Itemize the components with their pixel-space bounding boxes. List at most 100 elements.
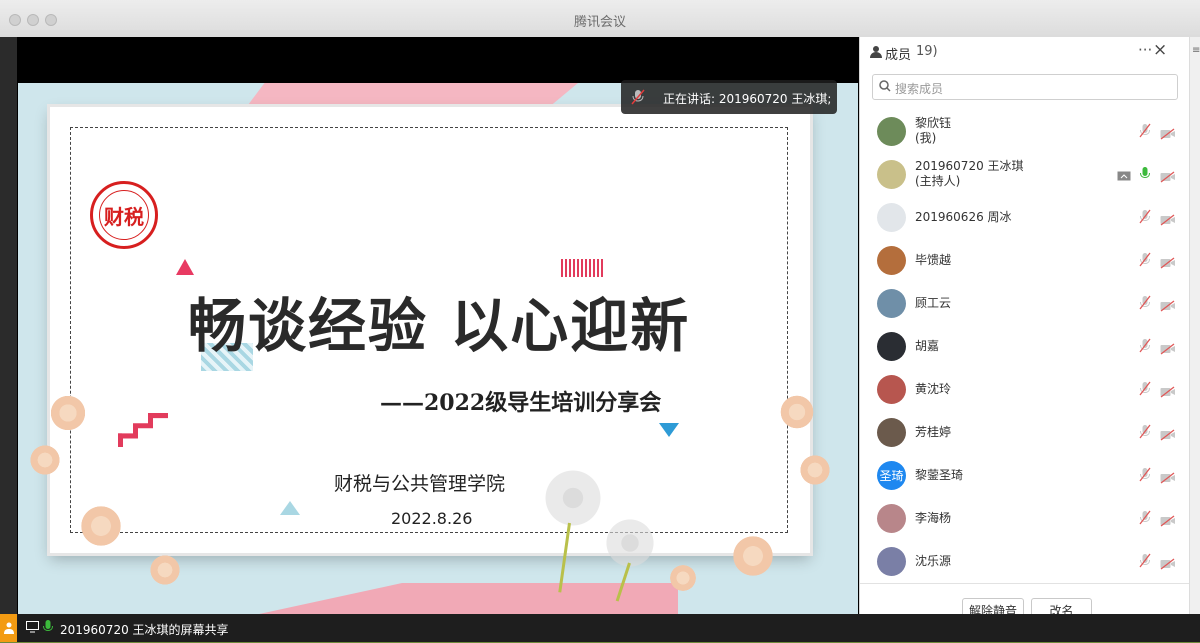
member-name: 沈乐源 [915,554,952,568]
slide-college: 财税与公共管理学院 [334,473,506,495]
mic-muted-icon[interactable] [1139,467,1153,482]
pink-decoration-top [248,83,578,105]
camera-off-icon[interactable] [1160,125,1175,140]
muted-mic-icon [631,89,645,108]
avatar [877,117,906,146]
shared-slide: 财税 畅谈经验 以心迎新 ——2022级导生培训分享会 财税与公共管理学院 20… [18,83,858,623]
flower-decoration [78,503,124,549]
flower-decoration [28,443,62,477]
member-name-block: 沈乐源 [915,554,951,569]
avatar [877,332,906,361]
member-name: 顾工云 [915,296,952,310]
mic-muted-icon[interactable] [1139,553,1153,568]
camera-off-icon[interactable] [1160,297,1175,312]
member-name: 201960720 王冰琪 [915,159,1024,173]
member-name-block: 毕馈越 [915,253,951,268]
window-title: 腾讯会议 [573,15,626,30]
flower-decoration [148,553,182,587]
member-row[interactable]: 黄沈玲 [860,369,1190,412]
member-name-block: 顾工云 [915,296,951,311]
member-name-block: 黄沈玲 [915,382,951,397]
mic-on-icon[interactable] [1139,166,1153,179]
camera-off-icon[interactable] [1160,469,1175,484]
panel-scrollbar[interactable]: ≡ [1189,37,1200,642]
camera-off-icon[interactable] [1160,512,1175,527]
bottom-status-bar: 201960720 王冰琪的屏幕共享 [0,614,1200,642]
slide-title: 畅谈经验 以心迎新 [188,292,691,360]
flower-decoration [798,453,832,487]
camera-off-icon[interactable] [1160,383,1175,398]
member-name-block: 黎欣钰 (我) [915,116,951,146]
avatar [877,246,906,275]
mic-muted-icon[interactable] [1139,295,1153,310]
camera-off-icon[interactable] [1160,211,1175,226]
share-avatar-icon [0,614,17,642]
member-row[interactable]: 沈乐源 [860,541,1190,584]
menu-icon[interactable]: ≡ [1192,45,1200,56]
flower-decoration [48,393,88,433]
mic-muted-icon[interactable] [1139,338,1153,353]
camera-off-icon[interactable] [1160,168,1175,183]
member-row[interactable]: 毕馈越 [860,240,1190,283]
member-row[interactable]: 201960720 王冰琪 (主持人) [860,154,1190,197]
member-name-block: 黎蓥圣琦 [915,468,963,483]
member-name: 胡嘉 [915,339,940,353]
mic-muted-icon[interactable] [1139,381,1153,396]
mic-muted-icon[interactable] [1139,209,1153,224]
member-name-block: 芳桂婷 [915,425,951,440]
blue-triangle-decoration [659,423,679,437]
member-name-block: 李海杨 [915,511,951,526]
avatar [877,418,906,447]
barcode-decoration [561,259,605,277]
search-placeholder: 搜索成员 [895,82,944,96]
title-bar: 腾讯会议 [0,0,1200,38]
member-row[interactable]: 李海杨 [860,498,1190,541]
member-row[interactable]: 顾工云 [860,283,1190,326]
avatar [877,547,906,576]
mic-muted-icon[interactable] [1139,510,1153,525]
member-name: 黎欣钰 [915,116,952,130]
member-name: 201960626 周冰 [915,210,1012,224]
member-name-block: 201960720 王冰琪 (主持人) [915,159,1024,189]
flower-decoration [668,563,698,593]
search-members-input[interactable]: 搜索成员 [872,74,1178,100]
camera-off-icon[interactable] [1160,254,1175,269]
mic-on-icon [43,620,53,638]
flower-decoration [778,393,816,431]
screen-share-stage: 财税 畅谈经验 以心迎新 ——2022级导生培训分享会 财税与公共管理学院 20… [17,37,859,623]
college-logo: 财税 [90,181,158,249]
slide-date: 2022.8.26 [391,509,473,528]
mic-muted-icon[interactable] [1139,424,1153,439]
member-row[interactable]: 芳桂婷 [860,412,1190,455]
left-strip [0,37,17,614]
avatar [877,375,906,404]
avatar [877,504,906,533]
camera-off-icon[interactable] [1160,340,1175,355]
member-name: 芳桂婷 [915,425,952,439]
screen-share-icon [26,621,39,636]
member-name: 毕馈越 [915,253,952,267]
mic-muted-icon[interactable] [1139,123,1153,138]
mic-muted-icon[interactable] [1139,252,1153,267]
slide-subtitle: ——2022级导生培训分享会 [380,390,662,416]
member-name-block: 胡嘉 [915,339,939,354]
member-row[interactable]: 201960626 周冰 [860,197,1190,240]
avatar [877,289,906,318]
light-blue-triangle-decoration [280,501,300,515]
member-role: (主持人) [915,174,961,188]
close-panel-icon[interactable]: × [1153,40,1167,60]
member-row[interactable]: 黎欣钰 (我) [860,111,1190,154]
screen-share-icon [1117,168,1131,181]
members-header: 成员 19) ··· × [860,37,1190,67]
member-row[interactable]: 胡嘉 [860,326,1190,369]
search-icon [879,80,891,95]
camera-off-icon[interactable] [1160,426,1175,441]
members-panel: 成员 19) ··· × 搜索成员 黎欣钰 (我) 201960720 王冰琪 (主持… [859,37,1190,642]
members-title: 成员 [885,48,912,63]
member-row[interactable]: 圣琦 黎蓥圣琦 [860,455,1190,498]
more-icon[interactable]: ··· [1138,41,1152,59]
camera-off-icon[interactable] [1160,555,1175,570]
avatar [877,203,906,232]
meeting-window: 腾讯会议 财税 畅谈经验 以心迎新 ——2022级导生培训分享会 财税与公共管理… [0,0,1200,642]
logo-seal: 财税 [99,190,149,240]
